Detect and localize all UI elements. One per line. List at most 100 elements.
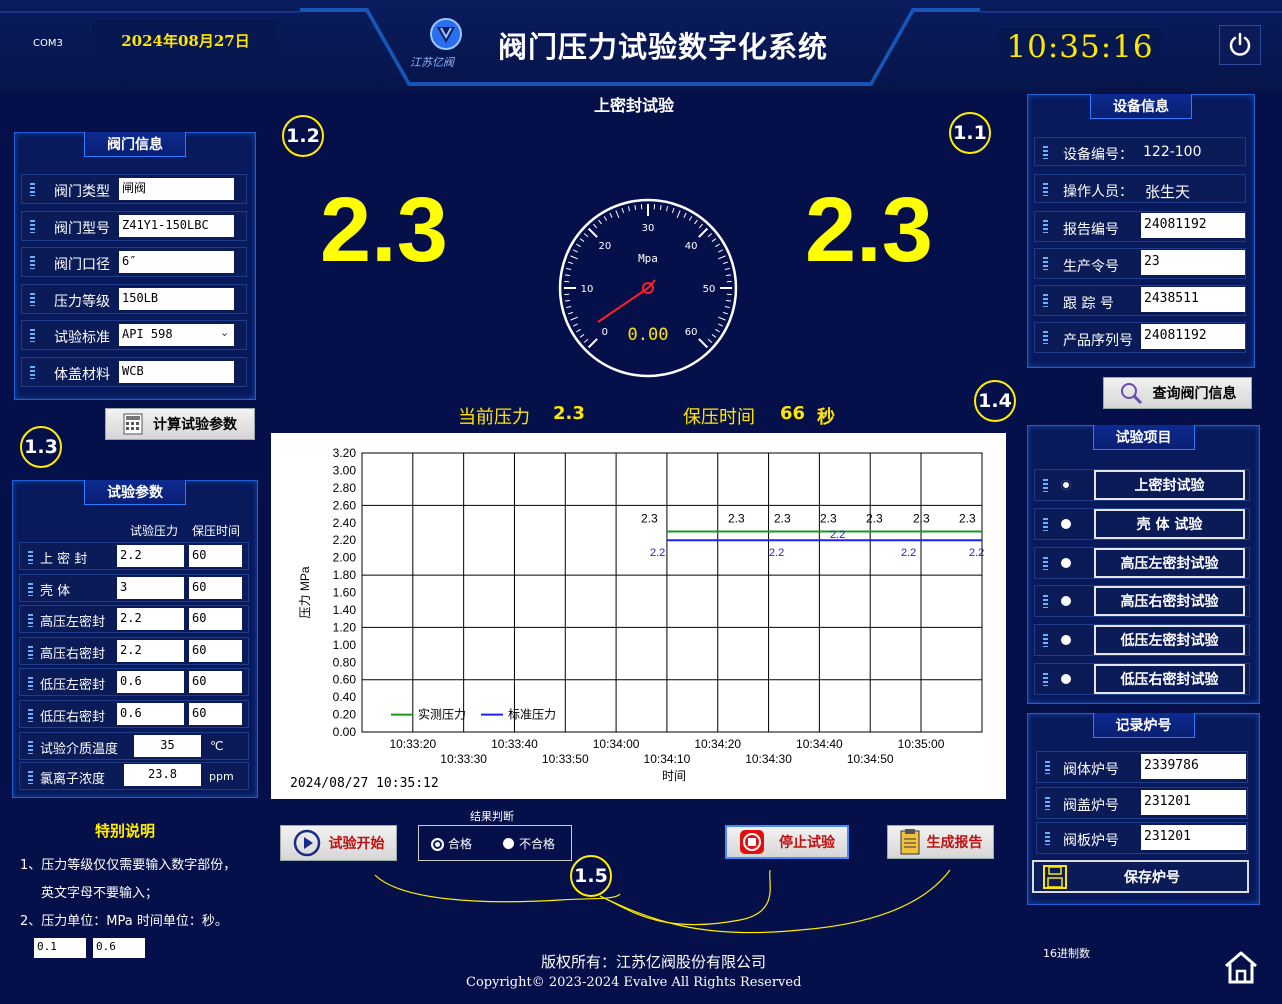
y-tick-label: 0.40 bbox=[333, 690, 357, 704]
test-item-button[interactable]: 高压左密封试验 bbox=[1094, 547, 1245, 578]
test-item-button[interactable]: 低压左密封试验 bbox=[1094, 625, 1245, 656]
param-row-label: 高压左密封 bbox=[40, 615, 106, 630]
x-tick-label: 10:34:00 bbox=[593, 737, 640, 751]
calc-params-label: 计算试验参数 bbox=[153, 417, 237, 433]
fail-label: 不合格 bbox=[519, 837, 556, 851]
row-bar-icon bbox=[28, 771, 33, 784]
row-bar-icon bbox=[1043, 220, 1048, 233]
save-furnace-button[interactable]: 保存炉号 bbox=[1032, 860, 1249, 893]
param-pressure-input[interactable]: 0.6 bbox=[117, 702, 184, 725]
power-button[interactable] bbox=[1219, 25, 1261, 65]
param-pressure-input[interactable]: 3 bbox=[117, 576, 184, 599]
x-tick-label: 10:34:10 bbox=[644, 752, 691, 766]
valve-field-input[interactable]: 6″ bbox=[119, 251, 234, 273]
hold-time-label: 保压时间 bbox=[683, 407, 755, 428]
param-hold-input[interactable]: 60 bbox=[189, 702, 242, 725]
test-item-radio[interactable] bbox=[1061, 518, 1071, 529]
home-button[interactable] bbox=[1222, 948, 1260, 986]
temp-label: 试验介质温度 bbox=[40, 742, 119, 757]
param-pressure-input[interactable]: 2.2 bbox=[117, 608, 184, 630]
temp-input[interactable]: 35 bbox=[134, 735, 201, 757]
chloride-input[interactable]: 23.8 bbox=[124, 764, 201, 786]
notes-input-1[interactable]: 0.1 bbox=[34, 938, 86, 958]
param-hold-input[interactable]: 60 bbox=[189, 671, 242, 693]
device-field-input[interactable]: 24081192 bbox=[1141, 213, 1245, 238]
annotation-lines bbox=[374, 869, 951, 934]
test-item-radio[interactable] bbox=[1061, 480, 1071, 490]
row-bar-icon bbox=[28, 551, 33, 564]
row-bar-icon bbox=[1043, 595, 1048, 609]
valve-field-input[interactable]: Z41Y1-150LBC bbox=[119, 214, 234, 237]
param-hold-input[interactable]: 60 bbox=[189, 608, 242, 630]
chevron-down-icon[interactable]: ⌄ bbox=[220, 326, 229, 339]
valve-field-input[interactable]: WCB bbox=[119, 360, 234, 383]
test-item-button[interactable]: 高压右密封试验 bbox=[1094, 586, 1245, 617]
current-pressure-value: 2.3 bbox=[553, 403, 585, 424]
y-tick-label: 1.80 bbox=[333, 568, 357, 582]
start-test-label: 试验开始 bbox=[328, 836, 385, 852]
play-icon bbox=[293, 829, 320, 857]
device-field-label: 产品序列号 bbox=[1063, 333, 1133, 349]
fail-radio[interactable] bbox=[503, 838, 514, 849]
logo-icon bbox=[430, 18, 462, 50]
calc-params-button[interactable]: 计算试验参数 bbox=[105, 408, 255, 440]
time-display: 10:35:16 bbox=[998, 28, 1162, 66]
copyright-cn: 版权所有：江苏亿阀股份有限公司 bbox=[541, 953, 767, 971]
valve-field-input[interactable]: API 598 bbox=[119, 324, 234, 346]
furnace-input[interactable]: 2339786 bbox=[1141, 754, 1246, 779]
gauge-tick-label: 20 bbox=[598, 241, 611, 252]
param-pressure-input[interactable]: 2.2 bbox=[117, 545, 184, 567]
param-hold-input[interactable]: 60 bbox=[189, 576, 242, 599]
legend-label-std: 标准压力 bbox=[508, 708, 556, 722]
hold-time-value: 66 bbox=[780, 403, 806, 424]
row-bar-icon bbox=[30, 256, 35, 269]
date-display: 2024年08月27日 bbox=[92, 20, 279, 60]
furnace-input[interactable]: 231201 bbox=[1141, 825, 1246, 850]
param-pressure-input[interactable]: 0.6 bbox=[117, 671, 184, 693]
test-item-button[interactable]: 壳 体 试验 bbox=[1094, 508, 1245, 539]
row-bar-icon bbox=[1043, 294, 1048, 307]
start-test-button[interactable]: 试验开始 bbox=[280, 825, 397, 861]
param-pressure-input[interactable]: 2.2 bbox=[117, 639, 184, 662]
generate-report-label: 生成报告 bbox=[926, 835, 983, 851]
row-bar-icon bbox=[1043, 146, 1048, 159]
operator-row: 操作人员： 张生天 bbox=[1034, 174, 1246, 203]
y-tick-label: 2.40 bbox=[333, 516, 357, 530]
y-tick-label: 2.00 bbox=[333, 551, 357, 565]
valve-field-input[interactable]: 闸阀 bbox=[119, 178, 234, 200]
param-hold-input[interactable]: 60 bbox=[189, 639, 242, 662]
report-icon bbox=[900, 829, 919, 855]
row-bar-icon bbox=[30, 365, 35, 379]
actual-data-label: 2.3 bbox=[641, 511, 658, 525]
pass-radio[interactable] bbox=[431, 838, 444, 851]
home-icon bbox=[1225, 951, 1257, 984]
marker-1-3: 1.3 bbox=[20, 426, 62, 468]
param-hold-input[interactable]: 60 bbox=[189, 545, 242, 567]
row-bar-icon bbox=[1043, 183, 1048, 196]
y-tick-label: 0.60 bbox=[333, 673, 357, 687]
device-field-input[interactable]: 24081192 bbox=[1141, 324, 1245, 349]
device-field-input[interactable]: 2438511 bbox=[1141, 287, 1245, 312]
valve-field-input[interactable]: 150LB bbox=[119, 287, 234, 310]
stop-test-button[interactable]: 停止试验 bbox=[725, 825, 849, 859]
save-furnace-label: 保存炉号 bbox=[1124, 869, 1180, 886]
device-field-input[interactable]: 23 bbox=[1141, 250, 1245, 275]
query-valve-button[interactable]: 查询阀门信息 bbox=[1103, 377, 1252, 409]
row-bar-icon bbox=[28, 582, 33, 596]
test-item-button[interactable]: 上密封试验 bbox=[1094, 470, 1245, 500]
notes-input-2[interactable]: 0.6 bbox=[93, 938, 145, 958]
generate-report-button[interactable]: 生成报告 bbox=[887, 825, 994, 859]
pass-label: 合格 bbox=[448, 837, 473, 851]
furnace-input[interactable]: 231201 bbox=[1141, 789, 1246, 815]
test-item-radio[interactable] bbox=[1061, 557, 1071, 568]
test-item-button[interactable]: 低压右密封试验 bbox=[1094, 664, 1245, 694]
valve-field-label: 阀门型号 bbox=[54, 220, 110, 237]
x-tick-label: 10:34:40 bbox=[796, 737, 843, 751]
y-tick-label: 2.60 bbox=[333, 498, 357, 512]
row-bar-icon bbox=[28, 614, 33, 627]
test-item-radio[interactable] bbox=[1061, 674, 1071, 684]
y-tick-label: 0.80 bbox=[333, 655, 357, 669]
marker-1-4: 1.4 bbox=[974, 380, 1016, 422]
param-row-label: 低压左密封 bbox=[40, 678, 106, 693]
row-bar-icon bbox=[30, 219, 35, 233]
